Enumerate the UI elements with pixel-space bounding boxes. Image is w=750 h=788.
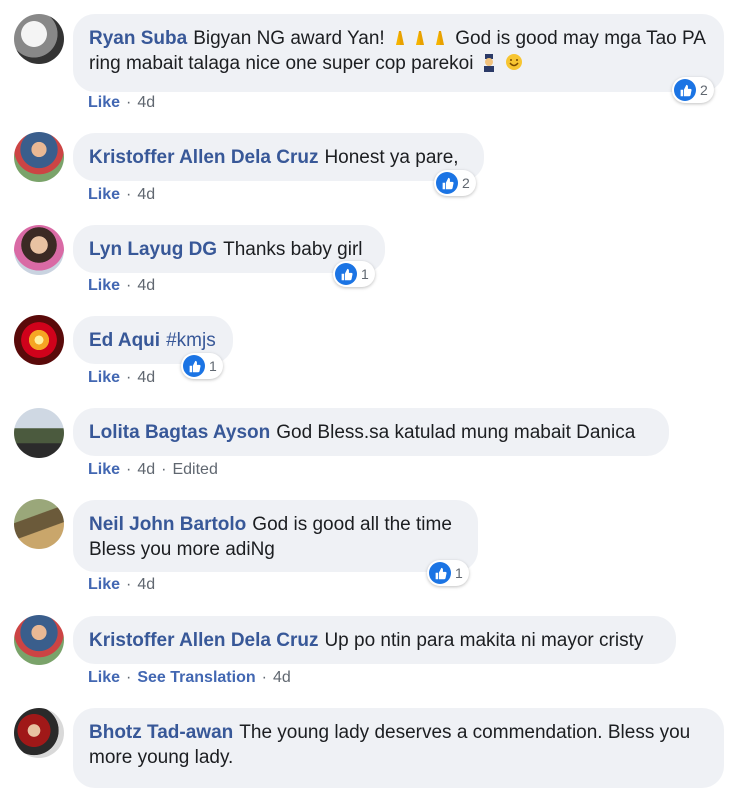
comment-actions: Like · See Translation · 4d (88, 669, 291, 686)
like-button[interactable]: Like (88, 576, 120, 593)
avatar[interactable] (14, 132, 64, 182)
like-reaction-icon (429, 562, 451, 584)
like-reaction-icon (183, 355, 205, 377)
reaction-count[interactable]: 1 (427, 560, 469, 586)
reaction-number: 1 (361, 266, 369, 282)
see-translation-link[interactable]: See Translation (137, 669, 255, 686)
like-button[interactable]: Like (88, 186, 120, 203)
smiling-face-icon (506, 54, 523, 70)
comment-bubble: Bhotz Tad-awan The young lady deserves a … (73, 708, 724, 788)
reaction-count[interactable]: 2 (434, 170, 476, 196)
avatar[interactable] (14, 408, 64, 458)
avatar[interactable] (14, 14, 64, 64)
comment-author[interactable]: Lolita Bagtas Ayson (89, 422, 270, 443)
like-button[interactable]: Like (88, 369, 120, 386)
reaction-count[interactable]: 1 (333, 261, 375, 287)
comment-time[interactable]: 4d (137, 186, 155, 203)
comment-author[interactable]: Kristoffer Allen Dela Cruz (89, 630, 318, 651)
comment-text: Bigyan NG award Yan! (193, 28, 385, 49)
like-button[interactable]: Like (88, 669, 120, 686)
comment-bubble: Lolita Bagtas Ayson God Bless.sa katulad … (73, 408, 669, 456)
comment-time[interactable]: 4d (137, 277, 155, 294)
comment-actions: Like · 4d (88, 277, 156, 294)
avatar[interactable] (14, 499, 64, 549)
reaction-number: 1 (209, 358, 217, 374)
police-officer-icon (483, 54, 494, 72)
reaction-number: 1 (455, 565, 463, 581)
comment-bubble: Neil John Bartolo God is good all the tim… (73, 500, 478, 572)
avatar[interactable] (14, 315, 64, 365)
comment-time[interactable]: 4d (273, 669, 291, 686)
comment-bubble: Kristoffer Allen Dela Cruz Honest ya pare… (73, 133, 484, 181)
comment-text: God Bless.sa katulad mung mabait Danica (276, 422, 636, 443)
reaction-count[interactable]: 1 (181, 353, 223, 379)
avatar[interactable] (14, 708, 64, 758)
like-button[interactable]: Like (88, 94, 120, 111)
comment-author[interactable]: Kristoffer Allen Dela Cruz (89, 147, 318, 168)
comment-time[interactable]: 4d (137, 369, 155, 386)
comment-time[interactable]: 4d (137, 94, 155, 111)
comment-actions: Like · 4d (88, 94, 156, 111)
comment-actions: Like · 4d (88, 576, 156, 593)
like-reaction-icon (674, 79, 696, 101)
comment-author[interactable]: Neil John Bartolo (89, 514, 246, 535)
comment-time[interactable]: 4d (137, 461, 155, 478)
reaction-number: 2 (462, 175, 470, 191)
comment-author[interactable]: Ed Aqui (89, 330, 160, 351)
comment-bubble: Kristoffer Allen Dela Cruz Up po ntin par… (73, 616, 676, 664)
like-reaction-icon (335, 263, 357, 285)
comment-author[interactable]: Ryan Suba (89, 28, 187, 49)
edited-label[interactable]: Edited (172, 461, 217, 478)
comment-author[interactable]: Bhotz Tad-awan (89, 722, 233, 743)
reaction-count[interactable]: 2 (672, 77, 714, 103)
comment-text: Up po ntin para makita ni mayor cristy (324, 630, 644, 651)
comment-text: Honest ya pare, (324, 147, 459, 168)
comment-hashtag[interactable]: #kmjs (166, 330, 216, 351)
avatar[interactable] (14, 225, 64, 275)
comment-author[interactable]: Lyn Layug DG (89, 239, 217, 260)
comment-actions: Like · 4d (88, 369, 156, 386)
like-reaction-icon (436, 172, 458, 194)
comment-actions: Like · 4d (88, 186, 156, 203)
folded-hands-icon (390, 28, 455, 49)
comment-actions: Like · 4d · Edited (88, 461, 218, 478)
like-button[interactable]: Like (88, 461, 120, 478)
avatar[interactable] (14, 615, 64, 665)
comment-time[interactable]: 4d (137, 576, 155, 593)
comment-text: Thanks baby girl (223, 239, 363, 260)
reaction-number: 2 (700, 82, 708, 98)
comment-bubble: Ryan Suba Bigyan NG award Yan! God is goo… (73, 14, 724, 92)
like-button[interactable]: Like (88, 277, 120, 294)
